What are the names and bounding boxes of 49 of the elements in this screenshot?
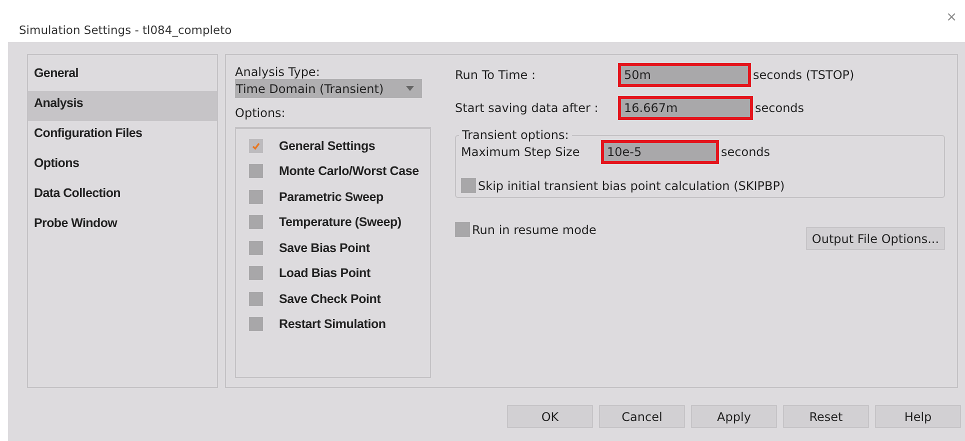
- checkbox[interactable]: [249, 266, 263, 280]
- caret-icon: [406, 86, 414, 91]
- sidebar-item[interactable]: Analysis: [28, 91, 217, 121]
- option-label: Save Bias Point: [279, 240, 370, 255]
- field-label: Maximum Step Size: [461, 145, 581, 159]
- unit-label: seconds (TSTOP): [753, 68, 854, 82]
- dropdown[interactable]: Time Domain (Transient): [235, 79, 422, 98]
- sidebar-item[interactable]: Options: [28, 151, 217, 181]
- dialog-button[interactable]: Help: [875, 405, 961, 428]
- option-label: Load Bias Point: [279, 266, 370, 280]
- field-label: Run To Time :: [455, 68, 536, 82]
- checkbox[interactable]: [461, 178, 476, 193]
- checkbox-label: Skip initial transient bias point calculation (SKIPBP): [478, 178, 785, 192]
- input-field[interactable]: 16.667m: [618, 96, 753, 120]
- sidebar-item[interactable]: Configuration Files: [28, 121, 217, 151]
- unit-label: seconds: [721, 145, 770, 159]
- group-title: Transient options:: [461, 128, 570, 142]
- checkbox[interactable]: [249, 138, 263, 153]
- checkbox[interactable]: [249, 164, 263, 178]
- checkbox[interactable]: [249, 240, 263, 255]
- dialog-button[interactable]: OK: [507, 405, 593, 428]
- sidebar-item[interactable]: General: [28, 61, 217, 91]
- field-label: Start saving data after :: [455, 101, 600, 115]
- unit-label: seconds: [755, 101, 804, 115]
- input-field[interactable]: 50m: [618, 63, 751, 87]
- checkbox[interactable]: [249, 190, 263, 204]
- checkbox[interactable]: [249, 317, 263, 332]
- field-label: Analysis Type:: [235, 65, 321, 79]
- checkmark-icon: [251, 140, 261, 151]
- window-title: Simulation Settings - tl084_completo: [19, 23, 232, 37]
- option-label: General Settings: [279, 138, 376, 153]
- option-label: Temperature (Sweep): [279, 215, 402, 230]
- output-file-options-button[interactable]: Output File Options...: [806, 227, 945, 250]
- option-label: Monte Carlo/Worst Case: [279, 164, 419, 178]
- checkbox[interactable]: [455, 222, 470, 237]
- dialog-button[interactable]: Cancel: [599, 405, 685, 428]
- dialog-button[interactable]: Apply: [691, 405, 777, 428]
- option-label: Restart Simulation: [279, 317, 386, 332]
- option-label: Save Check Point: [279, 292, 381, 306]
- sidebar-item[interactable]: Probe Window: [28, 211, 217, 241]
- checkbox[interactable]: [249, 215, 263, 230]
- checkbox-label: Run in resume mode: [472, 222, 596, 236]
- option-label: Parametric Sweep: [279, 190, 384, 204]
- close-button[interactable]: ×: [946, 10, 957, 25]
- checkbox[interactable]: [249, 292, 263, 306]
- dialog-button[interactable]: Reset: [783, 405, 869, 428]
- input-field[interactable]: 10e-5: [601, 140, 719, 164]
- sidebar-item[interactable]: Data Collection: [28, 181, 217, 211]
- field-label: Options:: [235, 106, 286, 120]
